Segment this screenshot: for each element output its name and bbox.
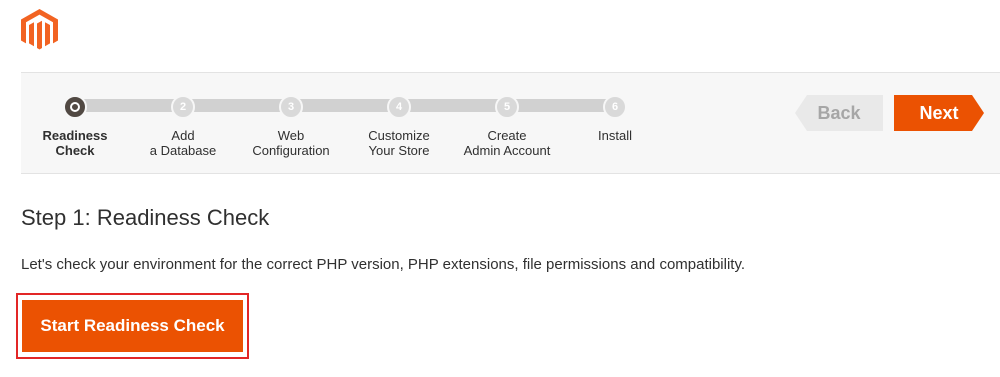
step-4-dot: 4 — [387, 95, 411, 119]
step-3-dot: 3 — [279, 95, 303, 119]
step-5-label: Create Admin Account — [463, 128, 551, 158]
start-readiness-check-button[interactable]: Start Readiness Check — [22, 300, 243, 352]
next-button[interactable]: Next — [894, 95, 984, 131]
step-5-dot: 5 — [495, 95, 519, 119]
back-button[interactable]: Back — [795, 95, 883, 131]
step-3-label: Web Configuration — [252, 128, 330, 158]
page-title: Step 1: Readiness Check — [21, 205, 270, 230]
step-2-dot: 2 — [171, 95, 195, 119]
step-4-label: Customize Your Store — [368, 128, 430, 158]
step-1-dot: 1 — [63, 95, 87, 119]
step-6-label: Install — [598, 128, 632, 143]
step-6-dot: 6 — [603, 95, 627, 119]
setup-wizard-page: 1 2 3 4 5 6 ReadinessCheck Adda Database… — [0, 0, 1000, 377]
magento-logo-icon — [21, 9, 58, 50]
step-1-label: Readiness Check — [42, 128, 108, 158]
step-2-label: Add a Database — [149, 128, 217, 158]
step-description: Let's check your environment for the cor… — [21, 256, 746, 273]
progress-track — [75, 99, 615, 112]
